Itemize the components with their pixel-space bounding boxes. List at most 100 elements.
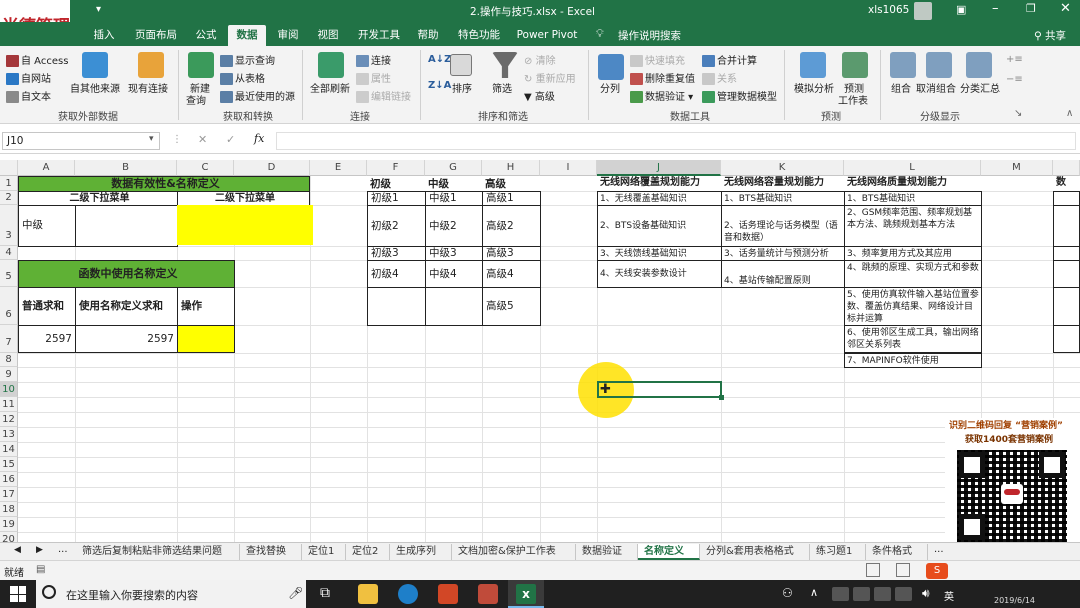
worksheet-grid[interactable]: A B C D E F G H I J K L M 1 2 3 4 5 6 7 … [0, 160, 1080, 542]
sort-dialog-icon[interactable] [450, 54, 472, 76]
collapse-ribbon-icon[interactable]: ∧ [1066, 108, 1073, 119]
row-header[interactable]: 4 [0, 246, 18, 260]
skill-cell[interactable]: 4、跳频的原理、实现方式和参数 [844, 260, 982, 288]
text-to-columns-label[interactable]: 分列 [600, 80, 620, 95]
skill-cell[interactable]: 2、BTS设备基础知识 [597, 205, 722, 247]
recent-sources-button[interactable]: 最近使用的源 [220, 88, 295, 103]
row-header[interactable]: 12 [0, 412, 18, 427]
skill-cell[interactable]: 6、使用邻区生成工具，输出网络邻区关系列表 [844, 325, 982, 353]
column-header[interactable]: L [844, 160, 981, 176]
column-header[interactable]: H [482, 160, 540, 176]
share-button[interactable]: ⚲ 共享 [1034, 28, 1066, 43]
cancel-entry-icon[interactable]: ✕ [198, 133, 207, 146]
group-icon[interactable] [890, 52, 916, 78]
quick-access-dropdown-icon[interactable]: ▾ [96, 4, 101, 15]
row-header-selected[interactable]: 10 [0, 382, 18, 397]
column-header[interactable]: K [721, 160, 844, 176]
task-view-icon[interactable]: ⧉ [320, 585, 330, 601]
formula-input[interactable] [276, 132, 1076, 150]
level-cell[interactable]: 初级4 [367, 260, 426, 288]
relationships-button[interactable]: 关系 [702, 70, 737, 85]
row-header[interactable]: 15 [0, 457, 18, 472]
text-to-columns-icon[interactable] [598, 54, 624, 80]
skill-cell[interactable]: 2、GSM频率范围、频率规划基本方法、跳频规划基本方法 [844, 205, 982, 247]
tab-power-pivot[interactable]: Power Pivot [514, 25, 580, 46]
header-normal-sum[interactable]: 普通求和 [18, 287, 76, 326]
level-cell[interactable]: 高级5 [482, 287, 541, 326]
row-header[interactable]: 20 [0, 532, 18, 542]
fill-handle[interactable] [719, 395, 724, 400]
properties-button[interactable]: 属性 [356, 70, 391, 85]
level-cell[interactable]: 初级1 [367, 191, 426, 206]
row-header[interactable]: 13 [0, 427, 18, 442]
tray-icons[interactable] [832, 587, 912, 601]
volume-icon[interactable]: 🔊︎ [922, 586, 930, 601]
row-header[interactable]: 5 [0, 260, 18, 287]
subtotal-label[interactable]: 分类汇总 [960, 80, 1000, 95]
row-header[interactable]: 9 [0, 367, 18, 382]
header-named-sum[interactable]: 使用名称定义求和 [75, 287, 178, 326]
connections-button[interactable]: 连接 [356, 52, 391, 67]
group-label[interactable]: 组合 [891, 80, 911, 95]
column-header[interactable]: B [75, 160, 177, 176]
sheet-tab-active[interactable]: 名称定义 [638, 544, 700, 560]
level-cell[interactable]: 高级1 [482, 191, 541, 206]
row-header[interactable]: 11 [0, 397, 18, 412]
cell-n[interactable] [1053, 205, 1080, 247]
header-operation[interactable]: 操作 [177, 287, 235, 326]
level-cell[interactable]: 高级3 [482, 246, 541, 261]
sheet-tab[interactable]: 定位2 [346, 544, 390, 560]
chevron-down-icon[interactable]: ▾ [149, 134, 154, 144]
skill-cell[interactable]: 3、话务量统计与预测分析 [721, 246, 845, 261]
restore-icon[interactable]: ❐ [1026, 2, 1036, 15]
skills-header[interactable]: 无线网络质量规划能力 [844, 176, 982, 192]
sheet-tab[interactable]: 查找替换 [240, 544, 302, 560]
skill-cell[interactable]: 2、话务理论与话务模型（语音和数据） [721, 205, 845, 247]
value-normal-sum[interactable]: 2597 [18, 325, 76, 353]
show-queries-button[interactable]: 显示查询 [220, 52, 275, 67]
skills-header[interactable]: 数 [1053, 176, 1080, 192]
sogou-ime-icon[interactable]: S [926, 563, 948, 579]
subtotal-icon[interactable] [966, 52, 992, 78]
windows-start-icon[interactable] [10, 586, 26, 602]
sheet-tab[interactable]: 生成序列 [390, 544, 452, 560]
level-cell[interactable]: 中级4 [425, 260, 483, 288]
cell-n[interactable] [1053, 287, 1080, 326]
from-access-button[interactable]: 自 Access [6, 52, 68, 67]
show-hidden-icons[interactable]: ∧ [810, 586, 818, 599]
new-query-label-2[interactable]: 查询 [186, 92, 206, 107]
from-table-button[interactable]: 从表格 [220, 70, 265, 85]
confirm-entry-icon[interactable]: ✓ [226, 133, 235, 146]
sheet-tab[interactable]: 数据验证 [576, 544, 638, 560]
app-icon[interactable] [478, 584, 498, 604]
cell-n[interactable] [1053, 260, 1080, 288]
clear-button[interactable]: ⊘ 清除 [524, 52, 556, 67]
sheet-tab[interactable]: 分列&套用表格格式 [700, 544, 810, 560]
manage-data-model-button[interactable]: 管理数据模型 [702, 88, 777, 103]
tray-icon[interactable] [832, 587, 849, 601]
skill-cell[interactable]: 5、使用仿真软件输入基站位置参数、覆盖仿真结果、网络设计目标并运算 [844, 287, 982, 326]
cell-a3[interactable]: 中级 [18, 205, 76, 247]
tab-formulas[interactable]: 公式 [188, 25, 224, 46]
column-header[interactable]: F [367, 160, 425, 176]
sheet-tab[interactable]: 文档加密&保护工作表 [452, 544, 576, 560]
skill-cell[interactable]: 3、天线馈线基础知识 [597, 246, 722, 261]
selected-cell-j10[interactable] [597, 381, 722, 398]
level-cell[interactable] [425, 287, 483, 326]
what-if-icon[interactable] [800, 52, 826, 78]
row-header[interactable]: 14 [0, 442, 18, 457]
sheet-tab[interactable]: 练习题1 [810, 544, 866, 560]
tab-help[interactable]: 帮助 [410, 25, 446, 46]
level-header[interactable]: 初级 [367, 176, 426, 192]
advanced-button[interactable]: ▼ 高级 [524, 88, 555, 103]
skill-cell[interactable]: 3、频率复用方式及其应用 [844, 246, 982, 261]
tab-data[interactable]: 数据 [228, 25, 266, 46]
level-cell[interactable]: 初级3 [367, 246, 426, 261]
show-detail-icon[interactable]: +≡ [1006, 54, 1023, 65]
taskbar-search-box[interactable]: 在这里输入你要搜索的内容 🎤︎ [36, 580, 306, 608]
column-header[interactable]: I [540, 160, 597, 176]
skills-header[interactable]: 无线网络容量规划能力 [721, 176, 845, 192]
file-explorer-icon[interactable] [358, 584, 378, 604]
tab-view[interactable]: 视图 [310, 25, 346, 46]
cell-n[interactable] [1053, 191, 1080, 206]
